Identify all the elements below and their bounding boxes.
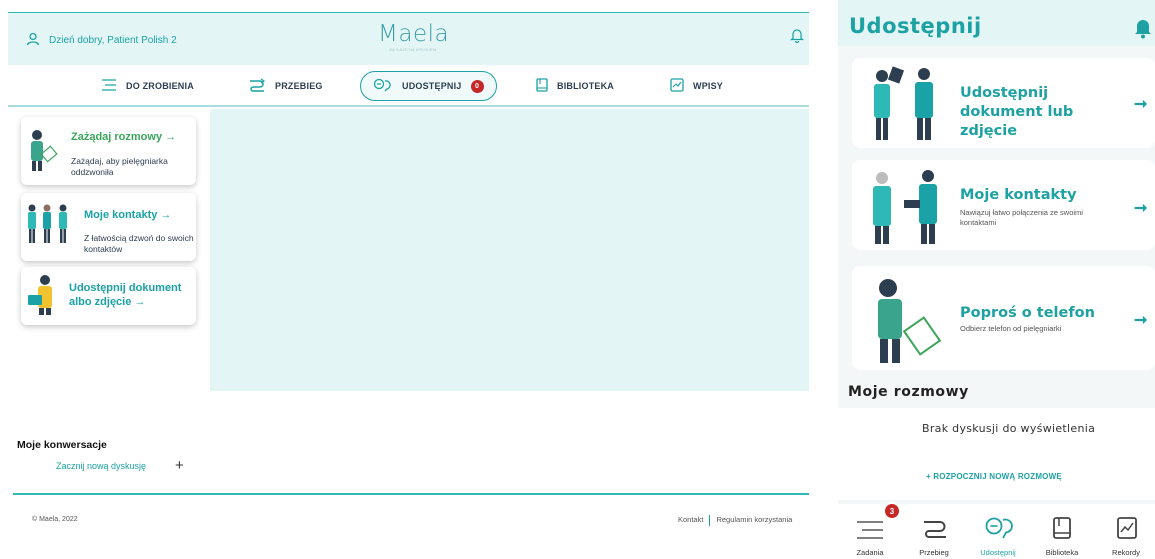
mobile-header: Udostępnij bbox=[838, 0, 1155, 46]
nav-label: DO ZROBIENIA bbox=[126, 81, 194, 91]
conversations-heading: Moje konwersacje bbox=[17, 439, 107, 451]
tab-label: Biblioteka bbox=[1045, 548, 1079, 557]
user-icon bbox=[26, 32, 40, 49]
new-conversation-button[interactable]: + ROZPOCZNIJ NOWĄ ROZMOWĘ bbox=[926, 472, 1062, 481]
copyright-text: © Maela, 2022 bbox=[32, 516, 78, 523]
card-title: Poproś o telefon bbox=[960, 305, 1095, 321]
tab-label: Zadania bbox=[856, 548, 884, 557]
tasks-count-badge: 3 bbox=[883, 502, 901, 520]
logo-tagline: ZA KAŻDYM KROKIEM bbox=[389, 47, 437, 52]
route-icon bbox=[922, 518, 948, 545]
card-title: Moje kontakty bbox=[960, 187, 1077, 203]
doctors-illustration-icon bbox=[860, 166, 950, 251]
doctors-illustration-icon bbox=[860, 64, 950, 149]
card-title: Zażądaj rozmowy → bbox=[71, 131, 177, 143]
logo-name: Maela bbox=[378, 21, 450, 47]
card-description: Zażądaj, aby pielęgniarka oddzwoniła bbox=[71, 156, 168, 177]
card-title: Udostępnij dokument albo zdjęcie → bbox=[69, 282, 182, 308]
my-contacts-card[interactable]: Moje kontakty Nawiązuj łatwo połączenia … bbox=[852, 160, 1155, 250]
terms-link[interactable]: Regulamin korzystania bbox=[716, 515, 792, 526]
user-greeting[interactable]: Dzień dobry, Patient Polish 2 bbox=[26, 32, 177, 49]
link-separator bbox=[709, 515, 711, 526]
share-count-badge: 0 bbox=[470, 79, 484, 93]
nav-do-zrobienia[interactable]: DO ZROBIENIA bbox=[101, 65, 194, 107]
nav-biblioteka[interactable]: BIBLIOTEKA bbox=[536, 65, 614, 107]
page-title: Udostępnij bbox=[849, 14, 982, 38]
card-title: Moje kontakty → bbox=[84, 209, 172, 221]
card-description: Odbierz telefon od pielęgniarki bbox=[960, 324, 1062, 333]
nav-przebieg[interactable]: PRZEBIEG bbox=[248, 65, 323, 107]
list-icon bbox=[101, 79, 117, 93]
conversations-heading: Moje rozmowy bbox=[848, 384, 969, 400]
bell-icon[interactable] bbox=[790, 27, 804, 48]
arrow-right-icon: ➞ bbox=[1134, 312, 1148, 329]
nav-udostepnij[interactable]: UDOSTĘPNIJ 0 bbox=[360, 71, 497, 101]
request-call-card[interactable]: Poproś o telefon Odbierz telefon od piel… bbox=[852, 266, 1155, 370]
greeting-text: Dzień dobry, Patient Polish 2 bbox=[49, 35, 177, 46]
empty-state-text: Brak dyskusji do wyświetlenia bbox=[922, 422, 1096, 435]
document-illustration-icon bbox=[25, 273, 65, 322]
maela-logo[interactable]: Maela ZA KAŻDYM KROKIEM bbox=[378, 21, 450, 52]
nurse-illustration-icon bbox=[27, 127, 61, 178]
top-bar: Dzień dobry, Patient Polish 2 Maela ZA K… bbox=[8, 13, 809, 65]
mobile-view: Udostępnij Udostępnij dokument lub zdjęc… bbox=[838, 0, 1155, 559]
footer-divider bbox=[13, 493, 809, 495]
book-icon bbox=[1052, 516, 1072, 545]
tab-label: Przebieg bbox=[919, 548, 949, 557]
add-discussion-button[interactable]: + bbox=[175, 457, 184, 474]
request-call-card[interactable]: Zażądaj rozmowy → Zażądaj, aby pielęgnia… bbox=[21, 117, 196, 185]
nurse-illustration-icon bbox=[858, 272, 954, 371]
people-illustration-icon bbox=[25, 203, 71, 252]
route-icon bbox=[248, 78, 266, 94]
list-icon bbox=[856, 520, 884, 545]
nav-label: PRZEBIEG bbox=[275, 81, 323, 91]
share-icon bbox=[984, 516, 1014, 545]
bell-icon[interactable] bbox=[1134, 17, 1152, 44]
my-contacts-card[interactable]: Moje kontakty → Z łatwością dzwoń do swo… bbox=[21, 193, 196, 261]
nav-label: BIBLIOTEKA bbox=[557, 81, 614, 91]
card-description: Nawiązuj łatwo połączenia ze swoimi kont… bbox=[960, 208, 1083, 227]
share-icon bbox=[373, 78, 393, 94]
footer-links: Kontakt Regulamin korzystania bbox=[678, 515, 792, 526]
share-document-card[interactable]: Udostępnij dokument lub zdjęcie ➞ bbox=[852, 58, 1155, 148]
desktop-view: Dzień dobry, Patient Polish 2 Maela ZA K… bbox=[8, 12, 809, 548]
conversation-panel bbox=[210, 109, 809, 391]
tab-label: Udostępnij bbox=[980, 548, 1016, 557]
book-icon bbox=[536, 78, 548, 94]
share-document-card[interactable]: Udostępnij dokument albo zdjęcie → bbox=[21, 267, 196, 325]
card-description: Z łatwością dzwoń do swoich kontaktów bbox=[84, 233, 194, 254]
journal-icon bbox=[1116, 516, 1138, 545]
tab-label: Rekordy bbox=[1112, 548, 1140, 557]
start-discussion-link[interactable]: Zacznij nową dyskusję bbox=[56, 461, 146, 471]
arrow-right-icon: ➞ bbox=[1134, 200, 1148, 217]
contact-link[interactable]: Kontakt bbox=[678, 515, 703, 526]
nav-wpisy[interactable]: WPISY bbox=[670, 65, 723, 107]
main-nav: DO ZROBIENIA PRZEBIEG UDOSTĘPNIJ 0 BIBLI… bbox=[8, 65, 809, 107]
journal-icon bbox=[670, 78, 684, 94]
nav-label: WPISY bbox=[693, 81, 724, 91]
card-title: Udostępnij dokument lub zdjęcie bbox=[960, 85, 1074, 139]
nav-label: UDOSTĘPNIJ bbox=[402, 81, 462, 91]
arrow-right-icon: ➞ bbox=[1134, 96, 1148, 113]
action-sidebar: Zażądaj rozmowy → Zażądaj, aby pielęgnia… bbox=[8, 109, 208, 474]
